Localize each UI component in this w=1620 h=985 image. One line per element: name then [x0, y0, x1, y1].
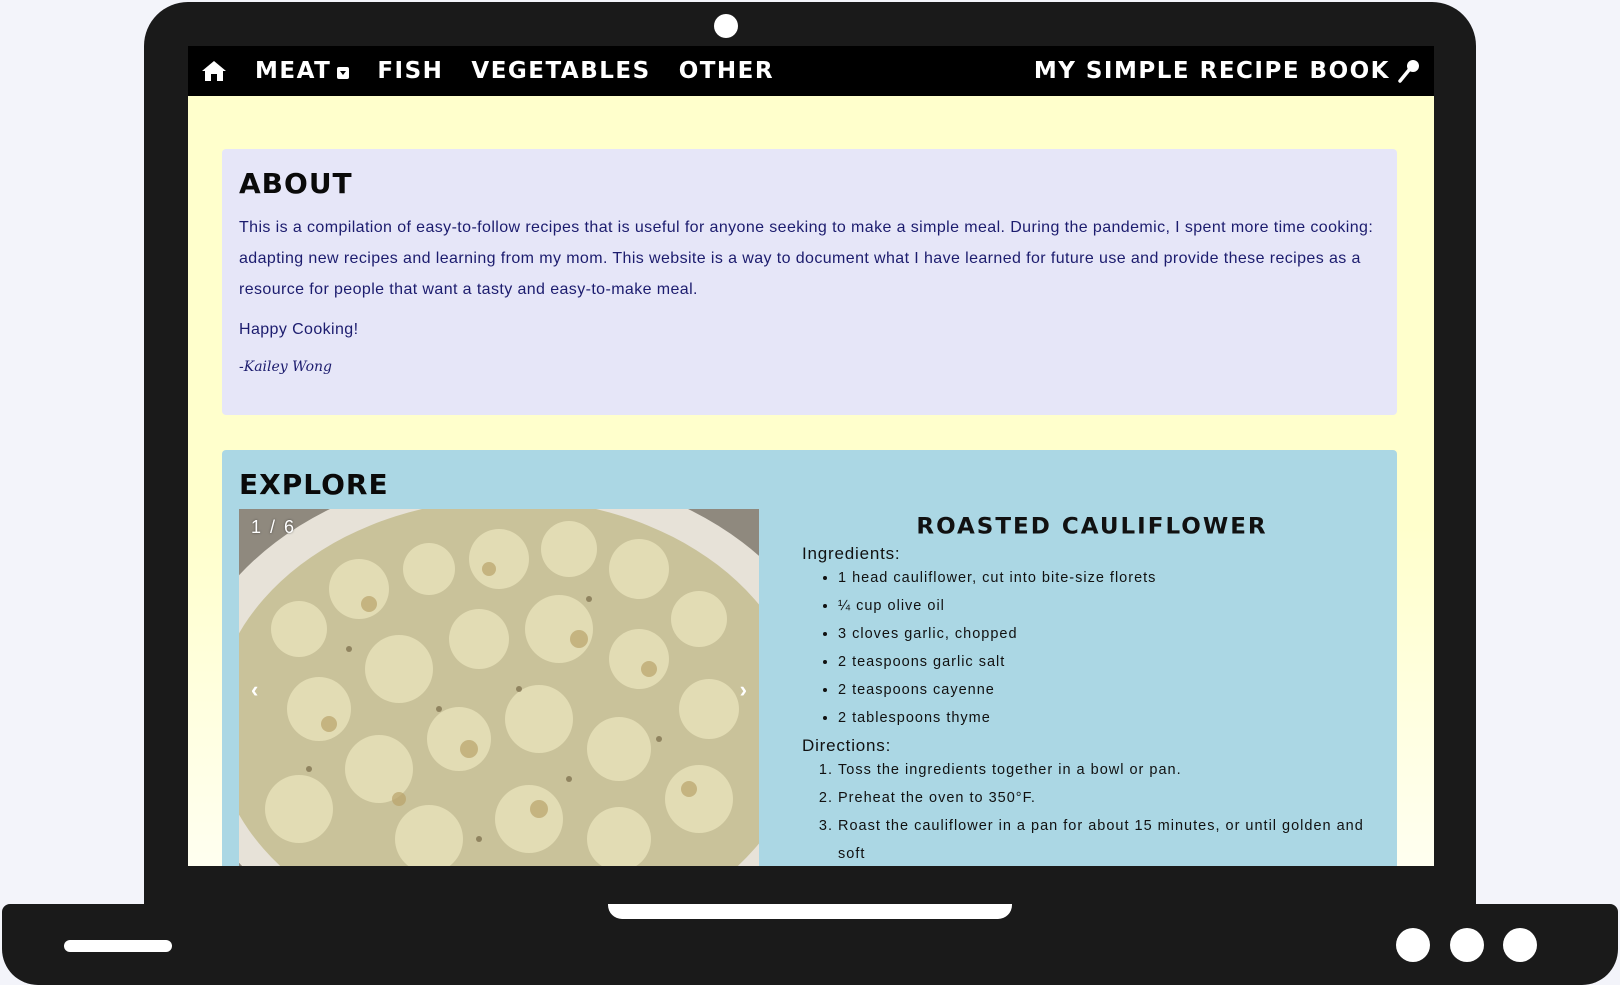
laptop-dot: [1450, 928, 1484, 962]
nav-item-label: MEAT: [255, 58, 332, 84]
recipe-title: ROASTED CAULIFLOWER: [916, 514, 1268, 540]
explore-title: EXPLORE: [239, 468, 389, 501]
ingredient-item: 2 teaspoons cayenne: [838, 676, 1382, 704]
nav-item-meat[interactable]: MEAT: [255, 58, 350, 84]
nav-item-label: VEGETABLES: [471, 58, 651, 84]
home-icon[interactable]: [201, 60, 227, 82]
directions-list: Toss the ingredients together in a bowl …: [838, 756, 1382, 866]
next-slide-button[interactable]: ›: [740, 677, 747, 703]
camera-dot: [714, 14, 738, 38]
laptop-dot: [1503, 928, 1537, 962]
about-title: ABOUT: [239, 167, 353, 200]
dropdown-icon: [337, 67, 350, 79]
ingredient-item: 2 teaspoons garlic salt: [838, 648, 1382, 676]
ingredient-item: ¼ cup olive oil: [838, 592, 1382, 620]
nav-item-fish[interactable]: FISH: [377, 58, 443, 84]
navbar: MEAT FISH VEGETABLES OTHER MY SIMPLE REC…: [188, 46, 1434, 96]
ingredients-label: Ingredients:: [802, 544, 901, 563]
explore-card: EXPLORE 1 / 6 ‹ › ROASTED CAULIFLOWER In…: [222, 450, 1397, 866]
cauliflower-image: [239, 509, 759, 866]
slide-counter: 1 / 6: [251, 517, 297, 537]
screen: MEAT FISH VEGETABLES OTHER MY SIMPLE REC…: [188, 46, 1434, 866]
about-card: ABOUT This is a compilation of easy-to-f…: [222, 149, 1397, 415]
ingredients-list: 1 head cauliflower, cut into bite-size f…: [838, 564, 1382, 732]
ingredient-item: 1 head cauliflower, cut into bite-size f…: [838, 564, 1382, 592]
nav-item-vegetables[interactable]: VEGETABLES: [471, 58, 650, 84]
recipe-details: ROASTED CAULIFLOWER Ingredients: 1 head …: [802, 514, 1382, 866]
recipe-photo: 1 / 6 ‹ ›: [239, 509, 759, 866]
ingredient-item: 2 tablespoons thyme: [838, 704, 1382, 732]
about-text: This is a compilation of easy-to-follow …: [239, 219, 1374, 298]
directions-label: Directions:: [802, 736, 892, 755]
about-signature: -Kailey Wong: [239, 359, 332, 375]
direction-item: Preheat the oven to 350°F.: [838, 784, 1382, 812]
brand-label: MY SIMPLE RECIPE BOOK: [1033, 58, 1390, 84]
direction-item: Toss the ingredients together in a bowl …: [838, 756, 1382, 784]
laptop-slot: [64, 940, 172, 952]
laptop-dot: [1396, 928, 1430, 962]
nav-item-label: OTHER: [678, 58, 775, 84]
laptop-notch: [608, 904, 1012, 919]
prev-slide-button[interactable]: ‹: [251, 677, 258, 703]
nav-brand[interactable]: MY SIMPLE RECIPE BOOK: [1034, 58, 1420, 84]
ingredient-item: 3 cloves garlic, chopped: [838, 620, 1382, 648]
nav-item-label: FISH: [377, 58, 444, 84]
nav-item-other[interactable]: OTHER: [679, 58, 774, 84]
about-happy: Happy Cooking!: [239, 321, 359, 338]
direction-item: Roast the cauliflower in a pan for about…: [838, 812, 1382, 866]
spoon-icon: [1398, 60, 1419, 83]
